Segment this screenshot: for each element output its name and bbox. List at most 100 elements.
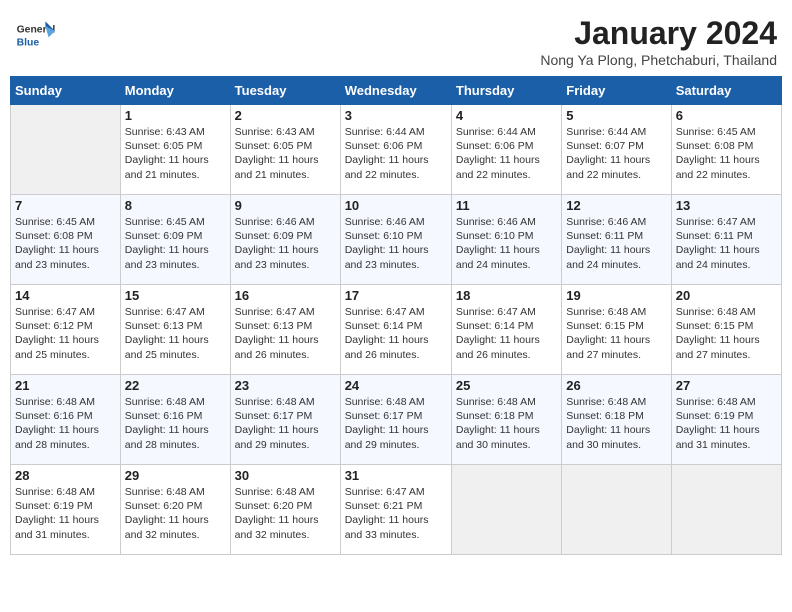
day-number: 5 [566,108,666,123]
calendar-cell: 19 Sunrise: 6:48 AMSunset: 6:15 PMDayligh… [562,285,671,375]
day-detail: Sunrise: 6:45 AMSunset: 6:09 PMDaylight:… [125,215,226,272]
day-number: 17 [345,288,447,303]
calendar-cell: 16 Sunrise: 6:47 AMSunset: 6:13 PMDayligh… [230,285,340,375]
day-number: 8 [125,198,226,213]
weekday-header-saturday: Saturday [671,77,781,105]
calendar-cell: 27Sunrise: 6:48 AMSunset: 6:19 PMDayligh… [671,375,781,465]
day-number: 31 [345,468,447,483]
calendar-cell: 7Sunrise: 6:45 AMSunset: 6:08 PMDaylight… [11,195,121,285]
svg-text:Blue: Blue [17,37,40,48]
weekday-header-wednesday: Wednesday [340,77,451,105]
day-detail: Sunrise: 6:48 AMSunset: 6:16 PMDaylight:… [125,395,226,452]
day-number: 24 [345,378,447,393]
day-detail: Sunrise: 6:47 AMSunset: 6:14 PMDaylight:… [345,305,447,362]
calendar-week-5: 28Sunrise: 6:48 AMSunset: 6:19 PMDayligh… [11,465,782,555]
calendar-cell: 26Sunrise: 6:48 AMSunset: 6:18 PMDayligh… [562,375,671,465]
calendar-cell: 5 Sunrise: 6:44 AMSunset: 6:07 PMDaylight… [562,105,671,195]
day-detail: Sunrise: 6:48 AMSunset: 6:18 PMDaylight:… [456,395,557,452]
day-detail: Sunrise: 6:48 AMSunset: 6:20 PMDaylight:… [235,485,336,542]
day-detail: Sunrise: 6:47 AMSunset: 6:11 PMDaylight:… [676,215,777,272]
calendar-cell: 20 Sunrise: 6:48 AMSunset: 6:15 PMDayligh… [671,285,781,375]
calendar-cell: 4 Sunrise: 6:44 AMSunset: 6:06 PMDaylight… [451,105,561,195]
day-detail: Sunrise: 6:48 AMSunset: 6:16 PMDaylight:… [15,395,116,452]
day-detail: Sunrise: 6:46 AMSunset: 6:10 PMDaylight:… [456,215,557,272]
calendar-cell: 24 Sunrise: 6:48 AMSunset: 6:17 PMDayligh… [340,375,451,465]
calendar-cell: 29Sunrise: 6:48 AMSunset: 6:20 PMDayligh… [120,465,230,555]
calendar-cell: 11Sunrise: 6:46 AMSunset: 6:10 PMDayligh… [451,195,561,285]
day-number: 30 [235,468,336,483]
page-header: General Blue January 2024 Nong Ya Plong,… [10,10,782,68]
day-number: 16 [235,288,336,303]
calendar-week-4: 21 Sunrise: 6:48 AMSunset: 6:16 PMDayligh… [11,375,782,465]
day-detail: Sunrise: 6:44 AMSunset: 6:06 PMDaylight:… [345,125,447,182]
day-detail: Sunrise: 6:43 AMSunset: 6:05 PMDaylight:… [125,125,226,182]
day-number: 22 [125,378,226,393]
day-detail: Sunrise: 6:45 AMSunset: 6:08 PMDaylight:… [15,215,116,272]
day-detail: Sunrise: 6:46 AMSunset: 6:11 PMDaylight:… [566,215,666,272]
calendar-cell: 21 Sunrise: 6:48 AMSunset: 6:16 PMDayligh… [11,375,121,465]
day-detail: Sunrise: 6:48 AMSunset: 6:18 PMDaylight:… [566,395,666,452]
title-block: January 2024 Nong Ya Plong, Phetchaburi,… [540,15,777,68]
calendar-cell: 2 Sunrise: 6:43 AMSunset: 6:05 PMDaylight… [230,105,340,195]
day-number: 15 [125,288,226,303]
day-number: 18 [456,288,557,303]
calendar-cell: 30 Sunrise: 6:48 AMSunset: 6:20 PMDayligh… [230,465,340,555]
day-detail: Sunrise: 6:44 AMSunset: 6:07 PMDaylight:… [566,125,666,182]
calendar-cell: 12Sunrise: 6:46 AMSunset: 6:11 PMDayligh… [562,195,671,285]
calendar-cell [671,465,781,555]
weekday-header-tuesday: Tuesday [230,77,340,105]
day-detail: Sunrise: 6:48 AMSunset: 6:15 PMDaylight:… [566,305,666,362]
day-detail: Sunrise: 6:47 AMSunset: 6:13 PMDaylight:… [235,305,336,362]
day-detail: Sunrise: 6:46 AMSunset: 6:10 PMDaylight:… [345,215,447,272]
calendar-week-1: 1 Sunrise: 6:43 AMSunset: 6:05 PMDaylight… [11,105,782,195]
calendar-cell: 3Sunrise: 6:44 AMSunset: 6:06 PMDaylight… [340,105,451,195]
day-number: 19 [566,288,666,303]
day-number: 9 [235,198,336,213]
calendar-cell: 28Sunrise: 6:48 AMSunset: 6:19 PMDayligh… [11,465,121,555]
calendar-cell: 14 Sunrise: 6:47 AMSunset: 6:12 PMDayligh… [11,285,121,375]
day-detail: Sunrise: 6:48 AMSunset: 6:17 PMDaylight:… [235,395,336,452]
location: Nong Ya Plong, Phetchaburi, Thailand [540,52,777,68]
day-number: 14 [15,288,116,303]
day-detail: Sunrise: 6:45 AMSunset: 6:08 PMDaylight:… [676,125,777,182]
day-detail: Sunrise: 6:46 AMSunset: 6:09 PMDaylight:… [235,215,336,272]
day-number: 23 [235,378,336,393]
calendar-cell: 1 Sunrise: 6:43 AMSunset: 6:05 PMDaylight… [120,105,230,195]
day-detail: Sunrise: 6:43 AMSunset: 6:05 PMDaylight:… [235,125,336,182]
day-number: 25 [456,378,557,393]
calendar-cell [451,465,561,555]
day-detail: Sunrise: 6:48 AMSunset: 6:15 PMDaylight:… [676,305,777,362]
day-number: 1 [125,108,226,123]
logo-icon: General Blue [15,15,55,55]
calendar-week-2: 7Sunrise: 6:45 AMSunset: 6:08 PMDaylight… [11,195,782,285]
day-detail: Sunrise: 6:47 AMSunset: 6:21 PMDaylight:… [345,485,447,542]
day-detail: Sunrise: 6:48 AMSunset: 6:19 PMDaylight:… [15,485,116,542]
weekday-header-sunday: Sunday [11,77,121,105]
day-detail: Sunrise: 6:48 AMSunset: 6:17 PMDaylight:… [345,395,447,452]
weekday-header-thursday: Thursday [451,77,561,105]
calendar-cell: 31 Sunrise: 6:47 AMSunset: 6:21 PMDayligh… [340,465,451,555]
calendar-cell: 6Sunrise: 6:45 AMSunset: 6:08 PMDaylight… [671,105,781,195]
weekday-header-row: SundayMondayTuesdayWednesdayThursdayFrid… [11,77,782,105]
day-number: 29 [125,468,226,483]
calendar-cell: 25 Sunrise: 6:48 AMSunset: 6:18 PMDayligh… [451,375,561,465]
calendar-table: SundayMondayTuesdayWednesdayThursdayFrid… [10,76,782,555]
month-title: January 2024 [540,15,777,52]
calendar-cell: 17 Sunrise: 6:47 AMSunset: 6:14 PMDayligh… [340,285,451,375]
day-detail: Sunrise: 6:47 AMSunset: 6:12 PMDaylight:… [15,305,116,362]
calendar-cell [562,465,671,555]
calendar-cell: 15Sunrise: 6:47 AMSunset: 6:13 PMDayligh… [120,285,230,375]
day-number: 13 [676,198,777,213]
calendar-cell: 23 Sunrise: 6:48 AMSunset: 6:17 PMDayligh… [230,375,340,465]
weekday-header-monday: Monday [120,77,230,105]
day-number: 21 [15,378,116,393]
calendar-week-3: 14 Sunrise: 6:47 AMSunset: 6:12 PMDayligh… [11,285,782,375]
day-number: 4 [456,108,557,123]
day-detail: Sunrise: 6:44 AMSunset: 6:06 PMDaylight:… [456,125,557,182]
day-number: 2 [235,108,336,123]
day-number: 20 [676,288,777,303]
logo: General Blue [15,15,59,55]
day-number: 10 [345,198,447,213]
calendar-cell: 13 Sunrise: 6:47 AMSunset: 6:11 PMDayligh… [671,195,781,285]
weekday-header-friday: Friday [562,77,671,105]
